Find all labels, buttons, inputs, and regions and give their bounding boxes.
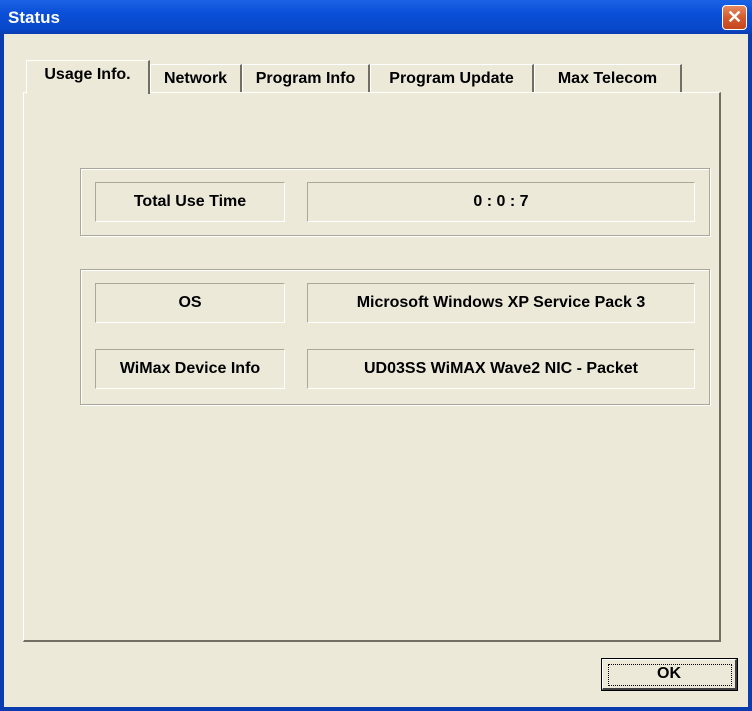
total-use-time-value: 0 : 0 : 7 [307,182,695,222]
total-use-time-label: Total Use Time [95,182,285,222]
title-bar: Status ✕ [0,0,752,34]
window-frame-bottom [0,707,752,711]
tab-max-telecom[interactable]: Max Telecom [534,64,682,92]
wimax-device-info-value: UD03SS WiMAX Wave2 NIC - Packet [307,349,695,389]
os-label: OS [95,283,285,323]
device-group: OS Microsoft Windows XP Service Pack 3 W… [80,269,710,405]
tab-panel: Total Use Time 0 : 0 : 7 OS Microsoft Wi… [23,92,721,642]
ok-button[interactable]: OK [601,658,738,691]
close-button[interactable]: ✕ [722,5,747,30]
wimax-device-info-label: WiMax Device Info [95,349,285,389]
os-value: Microsoft Windows XP Service Pack 3 [307,283,695,323]
tab-program-info[interactable]: Program Info [242,64,370,92]
focus-rectangle [608,664,732,686]
usage-group: Total Use Time 0 : 0 : 7 [80,168,710,236]
tab-program-update[interactable]: Program Update [370,64,534,92]
tab-usage-info[interactable]: Usage Info. [26,60,150,94]
window-title: Status [8,8,60,27]
close-icon: ✕ [726,7,743,27]
window-frame-left [0,34,4,711]
status-dialog: Status ✕ Total Use Time 0 : 0 : 7 OS Mic… [0,0,752,711]
window-frame-right [748,34,752,711]
tab-network[interactable]: Network [150,64,242,92]
